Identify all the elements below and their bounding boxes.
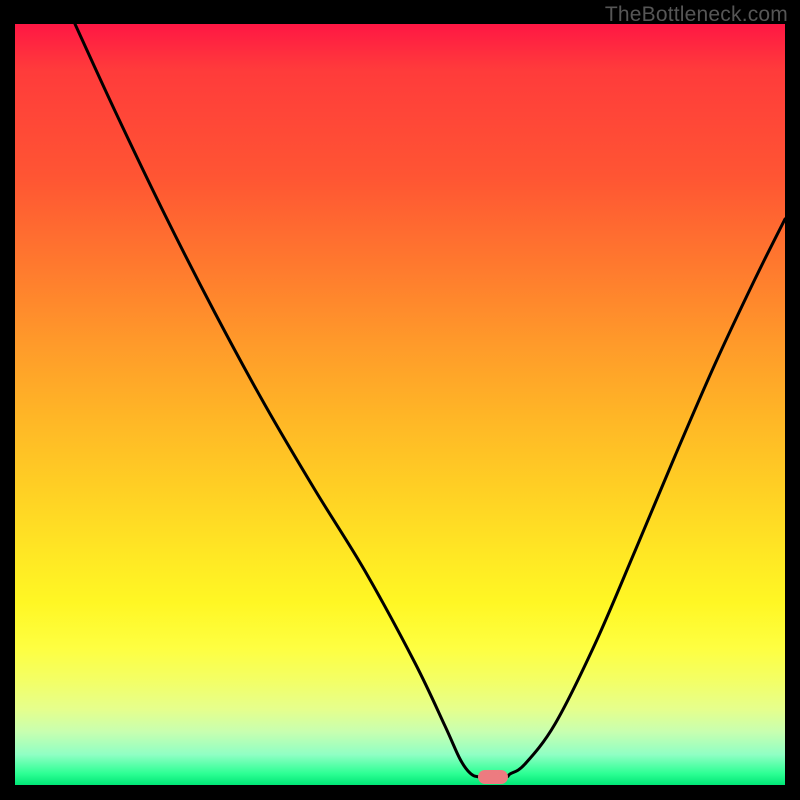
bottleneck-curve [15, 24, 785, 785]
bottleneck-marker [478, 770, 508, 784]
plot-area [15, 24, 785, 785]
chart-frame: TheBottleneck.com [0, 0, 800, 800]
